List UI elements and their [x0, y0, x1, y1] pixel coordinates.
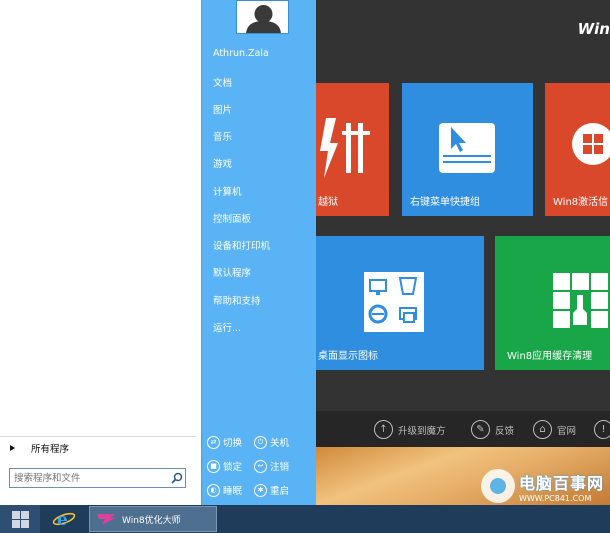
tile-desktop-icons[interactable]: 桌面显示图标 [316, 236, 484, 370]
computer-link[interactable]: 计算机 [213, 184, 242, 198]
background-photo: 电脑百事网 WWW.PC841.COM [316, 447, 610, 505]
desktop-icons-icon [364, 272, 424, 332]
default-programs-link[interactable]: 默认程序 [213, 265, 251, 279]
internet-explorer-icon: e [52, 510, 76, 530]
logoff-icon: ↩ [254, 459, 267, 473]
site-watermark: 电脑百事网 WWW.PC841.COM [480, 469, 604, 503]
taskbar-app-win8-optimizer[interactable]: Win8优化大师 [89, 506, 217, 532]
start-button[interactable] [0, 505, 40, 533]
restart-label: 重启 [270, 486, 290, 497]
sleep-button[interactable]: ◐ 睡眠 [207, 483, 242, 497]
switch-label: 切换 [223, 438, 243, 449]
lock-button[interactable]: ■ 锁定 [207, 459, 242, 473]
run-link[interactable]: 运行... [213, 320, 241, 334]
more-button[interactable]: ! [594, 420, 610, 439]
sleep-icon: ◐ [207, 483, 220, 497]
tile-app-cache-cleanup[interactable]: Win8应用缓存清理 [495, 236, 610, 370]
website-button[interactable]: ⌂ 官网 [533, 420, 576, 439]
music-link[interactable]: 音乐 [213, 129, 232, 143]
all-programs-button[interactable]: 所有程序 [10, 441, 69, 455]
context-menu-icon [439, 123, 495, 173]
tile-win8-activation[interactable]: Win8激活信 [545, 83, 610, 216]
app-title: Win [577, 20, 610, 38]
shutdown-button[interactable]: ⏻ 关机 [254, 435, 289, 449]
switch-icon: ⇄ [207, 435, 220, 449]
upgrade-label: 升级到魔方 [398, 425, 446, 437]
svg-text:e: e [57, 510, 68, 530]
tile-label: Win8应用缓存清理 [507, 351, 593, 362]
up-arrow-icon: ↑ [374, 420, 393, 439]
watermark-text: 电脑百事网 [518, 473, 604, 493]
search-icon[interactable] [171, 472, 183, 484]
feedback-label: 反馈 [495, 425, 515, 437]
user-avatar[interactable] [236, 0, 289, 34]
lock-label: 锁定 [223, 462, 243, 473]
jailbreak-icon [320, 118, 370, 178]
documents-link[interactable]: 文档 [213, 75, 232, 89]
background-app-window: Win 越狱 右键菜单快捷组 Win8激活信 桌面显示图标 Win8应用缓存清理… [316, 0, 610, 505]
restart-icon: ✱ [254, 483, 267, 497]
windows-logo-icon [572, 123, 610, 165]
internet-explorer-button[interactable]: e [46, 507, 82, 531]
tile-label: 越狱 [318, 197, 338, 208]
watermark-url: WWW.PC841.COM [518, 493, 592, 503]
feedback-button[interactable]: ✎ 反馈 [471, 420, 514, 439]
shutdown-label: 关机 [270, 438, 290, 449]
user-name-link[interactable]: Athrun.Zala [213, 48, 269, 59]
taskbar: e Win8优化大师 [0, 505, 610, 533]
devices-printers-link[interactable]: 设备和打印机 [213, 238, 270, 252]
taskbar-app-label: Win8优化大师 [122, 515, 181, 526]
user-silhouette-icon [246, 5, 281, 33]
watermark-logo-icon [480, 469, 515, 503]
tile-label: Win8激活信 [553, 197, 609, 208]
start-menu-places-panel: Athrun.Zala 文档 图片 音乐 游戏 计算机 控制面板 设备和打印机 … [202, 0, 316, 505]
app-bottom-bar: ↑ 升级到魔方 ✎ 反馈 ⌂ 官网 ! [316, 411, 610, 447]
logoff-label: 注销 [270, 462, 290, 473]
website-label: 官网 [557, 425, 577, 437]
switch-user-button[interactable]: ⇄ 切换 [207, 435, 242, 449]
more-icon: ! [594, 420, 610, 439]
all-programs-label: 所有程序 [31, 444, 70, 455]
logoff-button[interactable]: ↩ 注销 [254, 459, 289, 473]
triangle-right-icon [10, 445, 15, 451]
upgrade-button[interactable]: ↑ 升级到魔方 [374, 420, 446, 439]
search-input[interactable] [9, 468, 186, 488]
control-panel-link[interactable]: 控制面板 [213, 211, 251, 225]
win8-optimizer-icon [97, 514, 115, 525]
restart-button[interactable]: ✱ 重启 [254, 483, 289, 497]
tile-context-menu[interactable]: 右键菜单快捷组 [402, 83, 533, 216]
power-icon: ⏻ [254, 435, 267, 449]
help-support-link[interactable]: 帮助和支持 [213, 293, 261, 307]
divider [0, 436, 196, 437]
pictures-link[interactable]: 图片 [213, 102, 232, 116]
tile-jailbreak[interactable]: 越狱 [316, 83, 389, 216]
start-menu-programs-panel: 所有程序 [0, 0, 202, 505]
sleep-label: 睡眠 [223, 486, 243, 497]
tile-label: 桌面显示图标 [318, 351, 378, 362]
app-cache-icon [553, 273, 608, 328]
home-icon: ⌂ [533, 420, 552, 439]
pencil-icon: ✎ [471, 420, 490, 439]
windows-logo-icon [11, 510, 29, 528]
lock-icon: ■ [207, 459, 220, 473]
games-link[interactable]: 游戏 [213, 156, 232, 170]
tile-label: 右键菜单快捷组 [410, 197, 480, 208]
